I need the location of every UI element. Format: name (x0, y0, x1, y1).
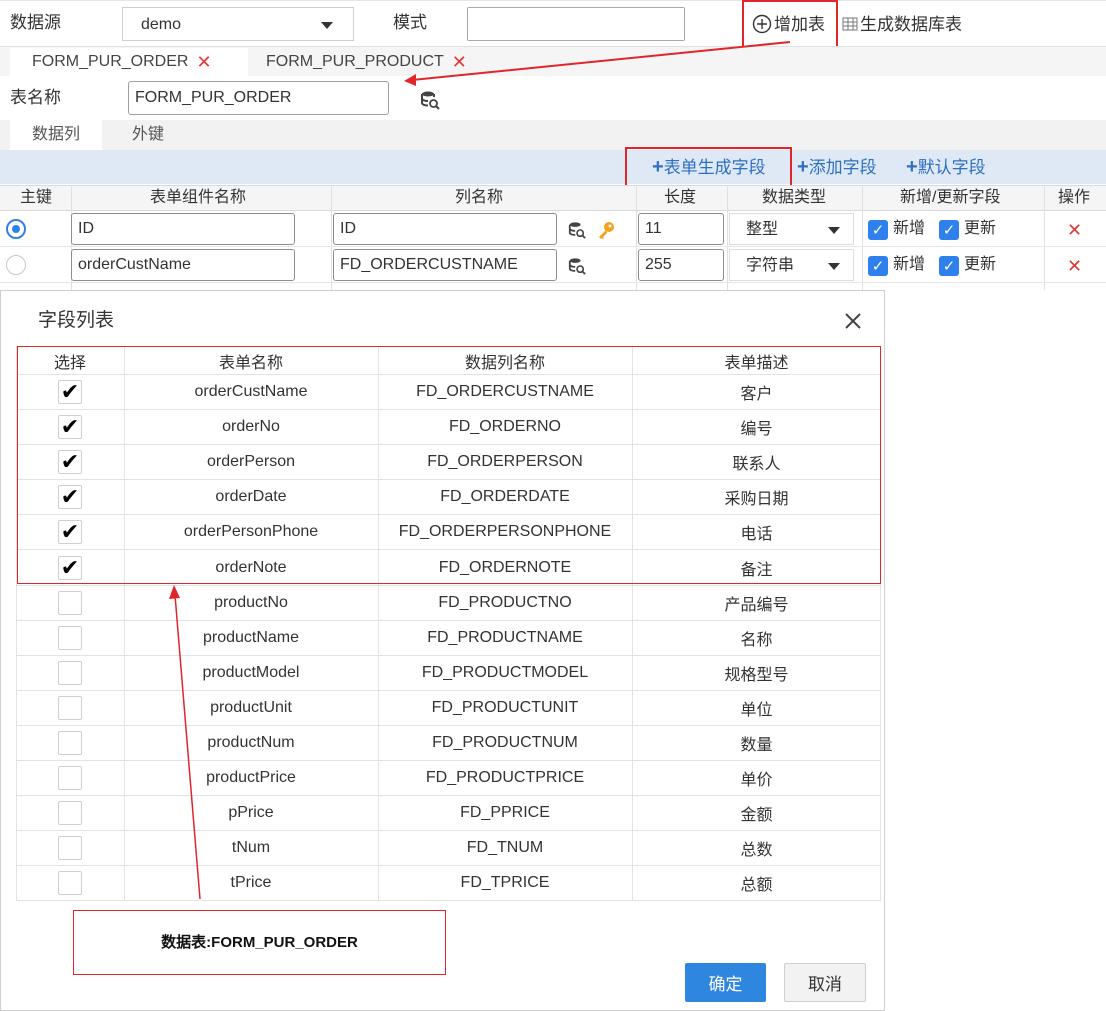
column-name-cell: FD_PRODUCTMODEL (421, 663, 589, 681)
annotation-note-box: 数据表:FORM_PUR_ORDER (73, 910, 446, 975)
component-name-input[interactable]: orderCustName (71, 249, 295, 281)
delete-icon[interactable]: ✕ (1067, 221, 1082, 239)
subtab-label: 数据列 (31, 126, 80, 143)
insert-checkbox[interactable]: ✓ (868, 256, 888, 276)
update-label: 更新 (964, 220, 997, 237)
default-field-label: 默认字段 (917, 157, 986, 177)
data-type-select[interactable]: 整型 (729, 213, 854, 245)
form-desc-cell: 总数 (740, 842, 773, 860)
data-type-value: 字符串 (746, 257, 795, 274)
data-type-value: 整型 (746, 221, 779, 238)
column-name-cell: FD_PRODUCTUNIT (431, 698, 579, 716)
database-search-icon[interactable] (568, 257, 586, 275)
key-icon (599, 222, 614, 239)
gen-fields-label: 表单生成字段 (663, 157, 766, 177)
column-value: FD_ORDERCUSTNAME (340, 256, 518, 273)
data-type-select[interactable]: 字符串 (729, 249, 854, 281)
length-input[interactable]: 11 (638, 213, 724, 245)
pk-radio-selected[interactable] (6, 219, 26, 239)
plus-icon: + (797, 156, 809, 178)
insert-label: 新增 (893, 256, 926, 273)
form-desc-cell: 总额 (740, 877, 773, 895)
annotation-arrow-dialog (169, 585, 201, 900)
column-name-cell: FD_PPRICE (460, 804, 550, 822)
component-value: ID (78, 220, 94, 237)
cancel-button[interactable]: 取消 (784, 963, 866, 1002)
component-name-input[interactable]: ID (71, 213, 295, 245)
default-field-button[interactable]: + 默认字段 (906, 157, 986, 177)
component-value: orderCustName (78, 256, 191, 273)
column-name-cell: FD_PRODUCTNUM (432, 734, 578, 752)
pk-radio[interactable] (6, 255, 26, 275)
annotation-note: 数据表:FORM_PUR_ORDER (161, 934, 358, 951)
column-name-cell: FD_PRODUCTNAME (427, 628, 583, 646)
column-name-input[interactable]: ID (333, 213, 557, 245)
form-desc-cell: 单价 (740, 772, 773, 790)
plus-icon: + (906, 156, 918, 178)
database-search-icon[interactable] (568, 221, 586, 239)
column-name-cell: FD_PRODUCTPRICE (425, 769, 585, 787)
close-icon[interactable] (844, 312, 862, 330)
form-desc-cell: 单位 (740, 701, 773, 719)
length-value: 11 (645, 220, 662, 237)
subtab-foreign-keys[interactable]: 外键 (102, 120, 194, 150)
plus-icon: + (652, 156, 664, 178)
insert-label: 新增 (893, 220, 926, 237)
ok-button[interactable]: 确定 (685, 963, 766, 1002)
length-value: 255 (645, 256, 672, 273)
dialog-title: 字段列表 (38, 310, 115, 331)
chevron-down-icon (828, 227, 840, 234)
subtab-data-columns[interactable]: 数据列 (10, 120, 102, 150)
delete-icon[interactable]: ✕ (1067, 257, 1082, 275)
column-name-cell: FD_TNUM (466, 839, 544, 857)
column-name-input[interactable]: FD_ORDERCUSTNAME (333, 249, 557, 281)
add-field-button[interactable]: + 添加字段 (797, 157, 877, 177)
update-label: 更新 (964, 256, 997, 273)
form-desc-cell: 金额 (740, 807, 773, 825)
form-desc-cell: 数量 (740, 737, 773, 755)
column-name-cell: FD_PRODUCTNO (438, 593, 572, 611)
form-desc-cell: 名称 (740, 631, 773, 649)
form-desc-cell: 规格型号 (724, 666, 789, 684)
annotation-box-checked-rows (17, 346, 881, 584)
chevron-down-icon (828, 263, 840, 270)
update-checkbox[interactable]: ✓ (939, 220, 959, 240)
subtab-label: 外键 (131, 126, 164, 143)
column-name-cell: FD_TPRICE (460, 874, 550, 892)
length-input[interactable]: 255 (638, 249, 724, 281)
field-list-dialog: 字段列表 选择 表单名称 数据列名称 表单描述 ✔ orderCustName FD… (0, 290, 885, 1011)
form-desc-cell: 产品编号 (724, 596, 789, 614)
gen-fields-button[interactable]: + 表单生成字段 (652, 157, 766, 177)
update-checkbox[interactable]: ✓ (939, 256, 959, 276)
insert-checkbox[interactable]: ✓ (868, 220, 888, 240)
column-value: ID (340, 220, 356, 237)
add-field-label: 添加字段 (808, 157, 877, 177)
